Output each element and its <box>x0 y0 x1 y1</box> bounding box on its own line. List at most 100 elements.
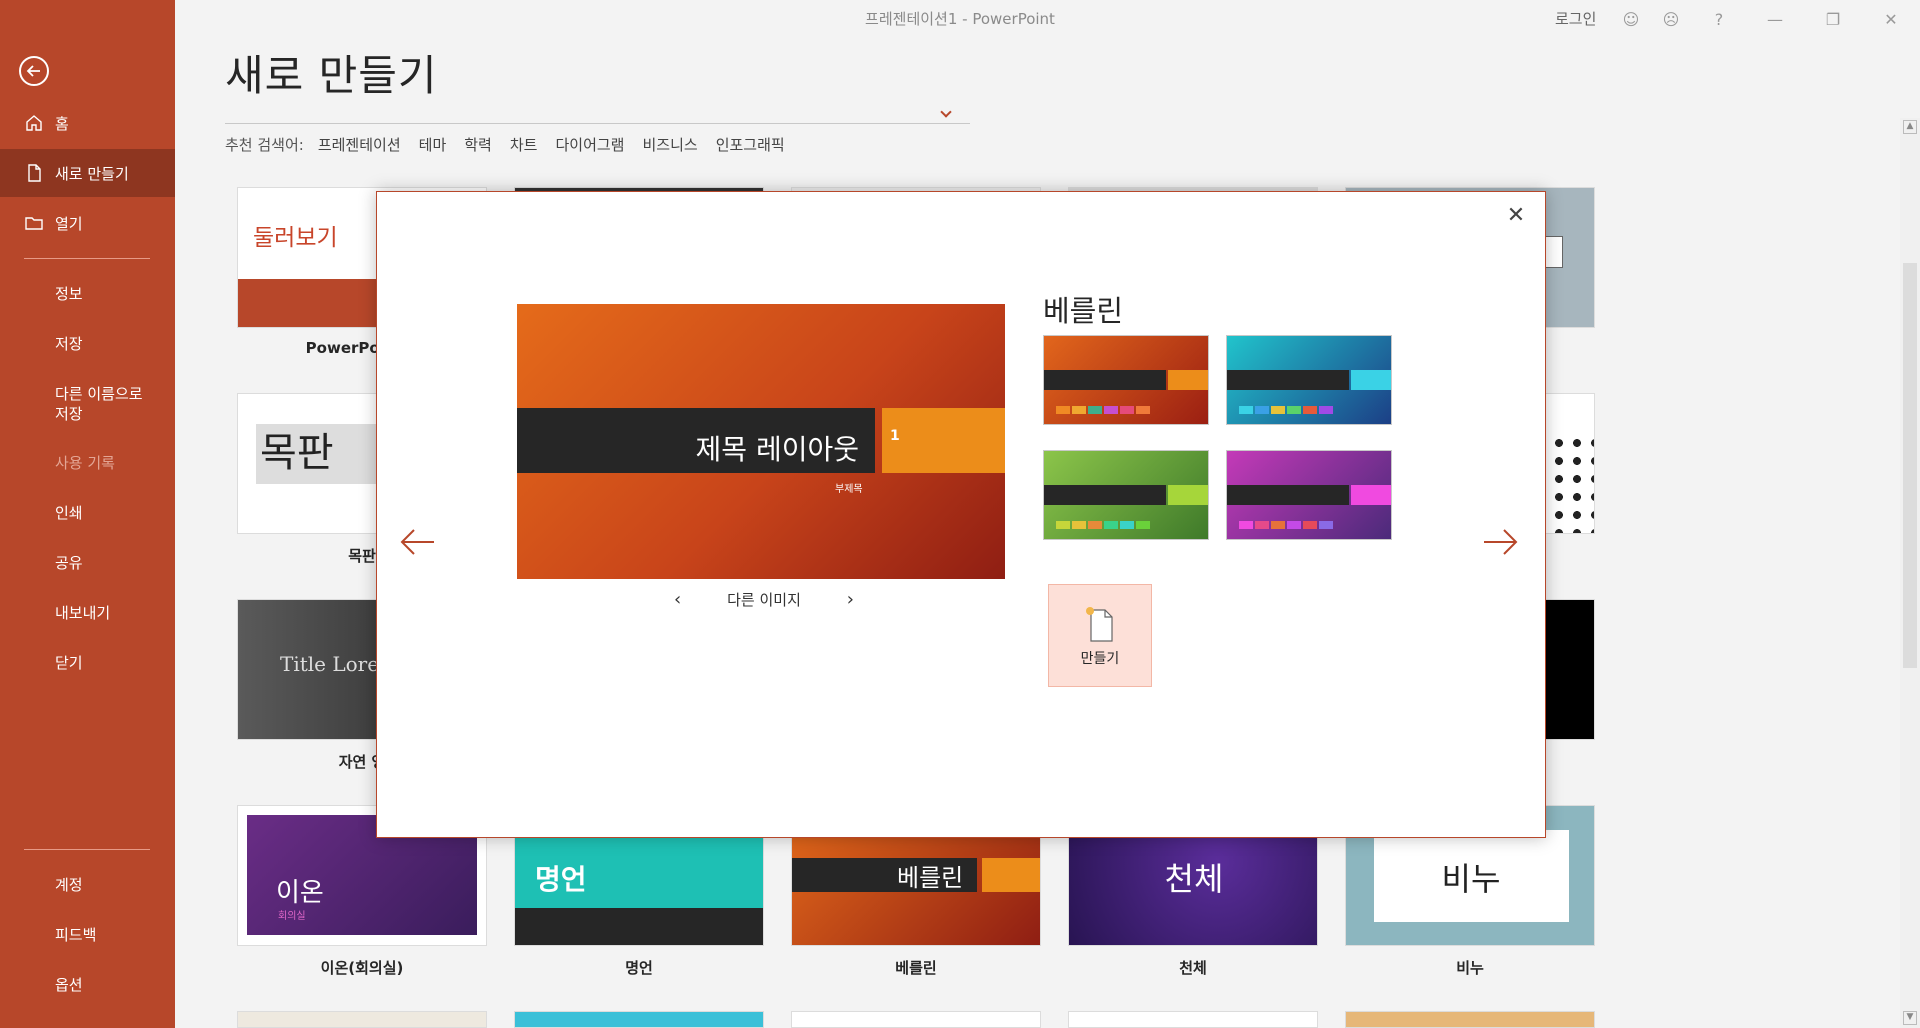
color-swatch <box>1287 406 1301 414</box>
sidebar-item-account[interactable]: 계정 <box>0 860 175 908</box>
theme-name: 베를린 <box>1043 294 1124 328</box>
template-tile[interactable] <box>1345 1011 1595 1028</box>
suggested-searches: 추천 검색어: 프레젠테이션 테마 학력 차트 다이어그램 비즈니스 인포그래픽 <box>225 134 785 155</box>
tile-text: 명언 <box>535 863 587 896</box>
theme-variant-2[interactable] <box>1226 335 1392 425</box>
template-tile[interactable] <box>791 1011 1041 1028</box>
new-document-icon <box>1086 606 1113 642</box>
sidebar-item-save-as[interactable]: 다른 이름으로 저장 <box>0 379 175 429</box>
tile-subtext: 회의실 <box>278 911 306 922</box>
template-tile[interactable] <box>514 1011 764 1028</box>
sidebar-item-home[interactable]: 홈 <box>0 99 175 147</box>
tile-text: 베를린 <box>897 864 964 892</box>
sidebar-item-print[interactable]: 인쇄 <box>0 488 175 536</box>
template-label: 명언 <box>625 959 653 977</box>
suggest-link[interactable]: 인포그래픽 <box>716 134 785 155</box>
sidebar-item-info[interactable]: 정보 <box>0 269 175 317</box>
sidebar-item-export[interactable]: 내보내기 <box>0 588 175 636</box>
variant-swatches <box>1056 406 1150 414</box>
next-template-arrow-icon[interactable] <box>1481 522 1521 562</box>
suggest-link[interactable]: 학력 <box>464 134 492 155</box>
suggest-link[interactable]: 비즈니스 <box>642 134 697 155</box>
minimize-icon[interactable]: — <box>1764 8 1786 30</box>
sidebar-item-label: 새로 만들기 <box>55 164 129 183</box>
sidebar-item-save[interactable]: 저장 <box>0 319 175 367</box>
chevron-left-icon[interactable]: ‹ <box>674 589 681 610</box>
sidebar-item-label: 공유 <box>55 553 83 572</box>
color-swatch <box>1088 406 1102 414</box>
color-swatch <box>1104 406 1118 414</box>
sidebar-item-feedback[interactable]: 피드백 <box>0 910 175 958</box>
template-tile[interactable] <box>237 1011 487 1028</box>
template-tile[interactable] <box>1068 1011 1318 1028</box>
close-window-icon[interactable]: ✕ <box>1880 8 1902 30</box>
variant-swatches <box>1239 521 1333 529</box>
color-swatch <box>1088 521 1102 529</box>
sidebar-item-close[interactable]: 닫기 <box>0 638 175 686</box>
sidebar-item-label: 사용 기록 <box>55 453 115 472</box>
chevron-right-icon[interactable]: › <box>847 589 854 610</box>
tile-text: 천체 <box>1164 860 1224 898</box>
variant-band <box>1044 485 1166 505</box>
tile-text: 목판 <box>256 424 386 484</box>
preview-accent-block: 1 <box>882 408 1005 473</box>
signin-link[interactable]: 로그인 <box>1555 8 1596 29</box>
preview-title-band: 제목 레이아웃 <box>517 408 875 473</box>
template-label: 이온(회의실) <box>320 959 404 977</box>
template-label: 베를린 <box>895 959 937 977</box>
color-swatch <box>1303 406 1317 414</box>
vertical-scrollbar[interactable]: ▲ ▼ <box>1900 118 1920 1028</box>
tile-accent <box>982 858 1040 892</box>
scroll-down-icon[interactable]: ▼ <box>1903 1011 1917 1025</box>
tile-text: 이온 <box>276 878 324 908</box>
sidebar-item-label: 저장 <box>55 334 83 353</box>
preview-number: 1 <box>890 428 900 444</box>
sidebar-item-options[interactable]: 옵션 <box>0 960 175 1008</box>
theme-variant-1[interactable] <box>1043 335 1209 425</box>
suggest-link[interactable]: 차트 <box>510 134 538 155</box>
color-swatch <box>1255 521 1269 529</box>
new-file-icon <box>28 164 41 182</box>
more-images-label: 다른 이미지 <box>727 591 801 609</box>
template-label: 천체 <box>1179 959 1207 977</box>
smile-icon[interactable]: ☺ <box>1620 8 1642 30</box>
template-label: 비누 <box>1456 959 1484 977</box>
color-swatch <box>1120 406 1134 414</box>
scroll-up-icon[interactable]: ▲ <box>1903 120 1917 134</box>
color-swatch <box>1104 521 1118 529</box>
close-icon[interactable]: ✕ <box>1503 202 1529 228</box>
variant-band <box>1044 370 1166 390</box>
sidebar-item-label: 인쇄 <box>55 503 83 522</box>
sidebar-item-label: 계정 <box>55 875 83 894</box>
suggest-link[interactable]: 프레젠테이션 <box>318 134 401 155</box>
template-search-input[interactable] <box>225 100 970 124</box>
scroll-thumb[interactable] <box>1903 263 1917 668</box>
sidebar-item-history: 사용 기록 <box>0 438 175 486</box>
theme-variant-3[interactable] <box>1043 450 1209 540</box>
tile-text: 비누 <box>1441 860 1501 898</box>
suggest-link[interactable]: 테마 <box>419 134 447 155</box>
frown-icon[interactable]: ☹ <box>1660 8 1682 30</box>
sidebar-item-new[interactable]: 새로 만들기 <box>0 149 175 197</box>
variant-band <box>1227 485 1349 505</box>
sidebar-item-share[interactable]: 공유 <box>0 538 175 586</box>
create-button[interactable]: 만들기 <box>1048 584 1152 687</box>
sidebar-item-label: 피드백 <box>55 925 97 944</box>
color-swatch <box>1072 406 1086 414</box>
color-swatch <box>1319 406 1333 414</box>
restore-icon[interactable]: ❐ <box>1822 8 1844 30</box>
back-button[interactable] <box>19 56 49 86</box>
color-swatch <box>1287 521 1301 529</box>
sidebar-item-label: 옵션 <box>55 975 83 994</box>
suggest-label: 추천 검색어: <box>225 136 304 154</box>
previous-template-arrow-icon[interactable] <box>397 522 437 562</box>
color-swatch <box>1120 521 1134 529</box>
suggest-link[interactable]: 다이어그램 <box>555 134 624 155</box>
theme-variant-4[interactable] <box>1226 450 1392 540</box>
preview-title: 제목 레이아웃 <box>695 433 859 466</box>
sidebar-item-open[interactable]: 열기 <box>0 199 175 247</box>
color-swatch <box>1319 521 1333 529</box>
help-icon[interactable]: ? <box>1708 8 1730 30</box>
color-swatch <box>1271 406 1285 414</box>
color-swatch <box>1239 521 1253 529</box>
